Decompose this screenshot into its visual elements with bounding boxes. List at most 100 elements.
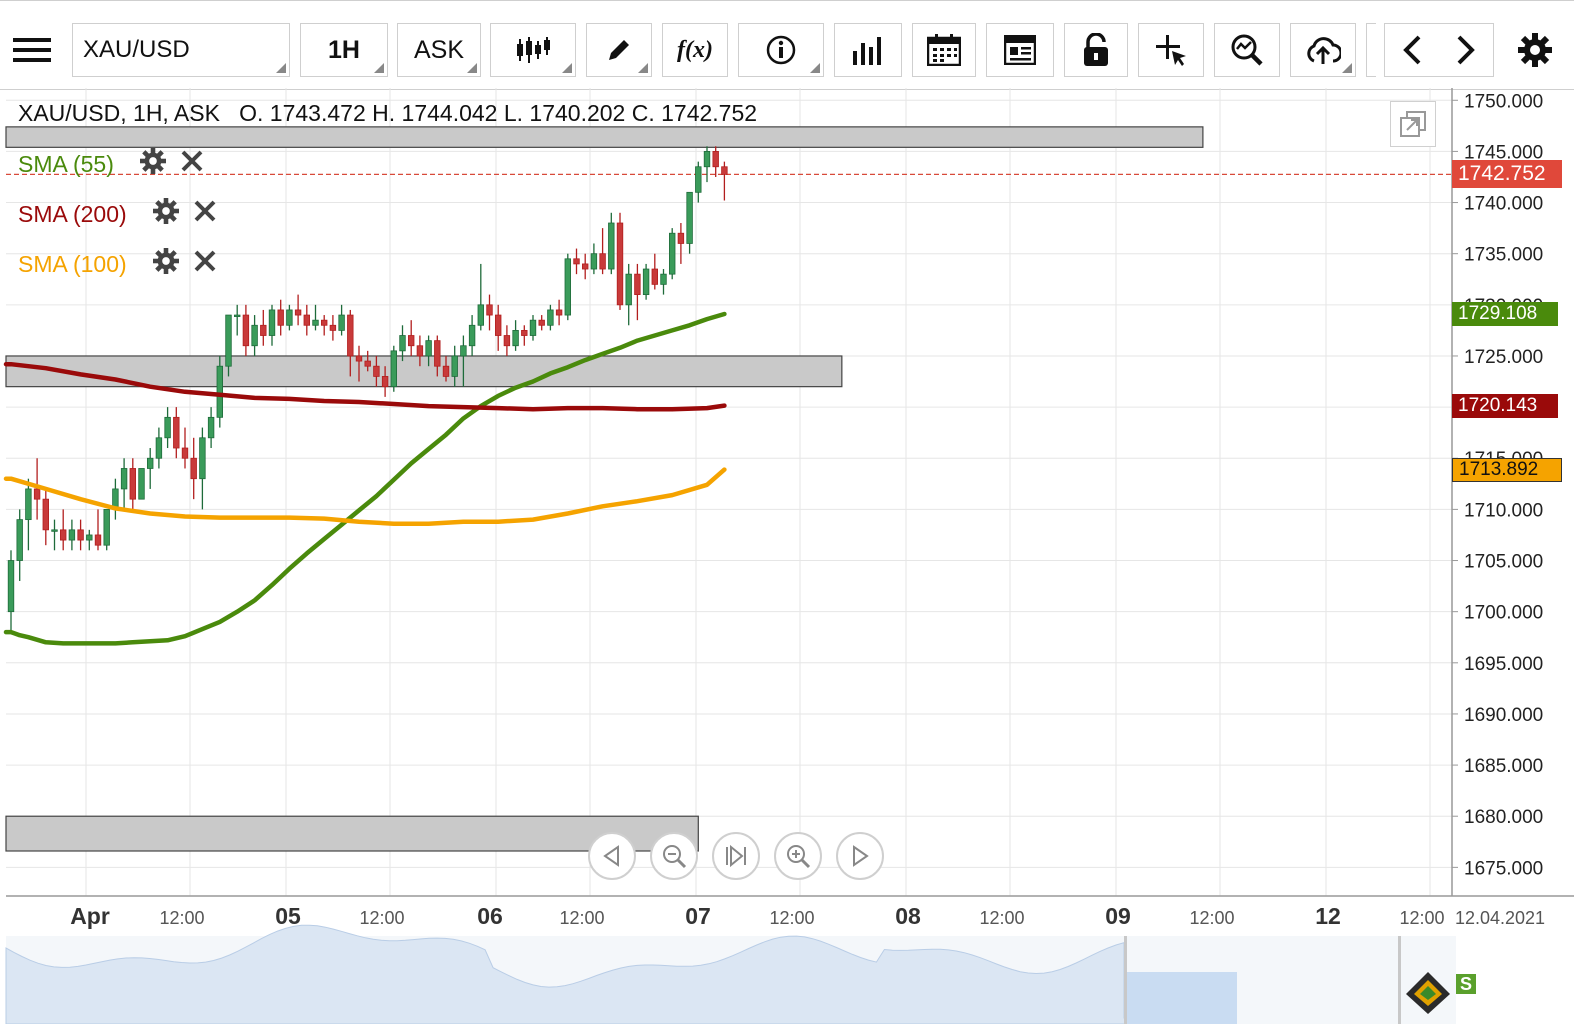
candle [608, 212, 615, 275]
candle [547, 304, 554, 331]
candle-body [33, 488, 41, 500]
candle [390, 345, 397, 392]
cloud-upload-button[interactable] [1290, 23, 1356, 77]
navigator-handle[interactable] [1398, 936, 1401, 1024]
corner-arrow-icon [1342, 63, 1352, 73]
info-icon [766, 35, 796, 65]
gear-icon [1518, 33, 1552, 67]
zoom-analysis-button[interactable] [1214, 23, 1280, 77]
candle [625, 263, 632, 326]
candle-body [425, 340, 432, 357]
brand-logo: S [1404, 970, 1476, 1024]
candle-body [468, 324, 476, 347]
indicators-button[interactable]: f(x) [662, 23, 728, 77]
candle-body [364, 360, 371, 367]
lock-button[interactable] [1064, 23, 1128, 77]
candle [155, 427, 163, 469]
time-axis: Apr 12:00 05 12:00 06 12:00 07 12:00 08 12:00 09 12… [70, 903, 1545, 929]
candle [216, 355, 223, 428]
close-icon[interactable] [193, 249, 217, 279]
price-tick-label: 1750.000 [1464, 91, 1543, 112]
close-icon[interactable] [193, 199, 217, 229]
reset-view-button[interactable] [712, 832, 760, 880]
info-button[interactable] [738, 23, 824, 77]
candle-body [669, 232, 676, 275]
candle-body [712, 151, 719, 168]
price-chart[interactable]: 1750.0001745.0001740.0001735.0001730.000… [0, 88, 1574, 1024]
candle [286, 304, 293, 331]
candle-body [242, 314, 250, 347]
time-tick-label: 12:00 [559, 908, 604, 928]
price-tick-label: 1725.000 [1464, 347, 1543, 368]
corner-arrow-icon [276, 63, 286, 73]
candle [120, 458, 128, 510]
zoom-out-button[interactable] [650, 832, 698, 880]
time-tick-label: 12.04.2021 [1455, 908, 1545, 928]
candle [512, 320, 519, 351]
function-icon: f(x) [677, 36, 713, 63]
candle [103, 508, 110, 551]
timeframe-button[interactable]: 1H [300, 23, 388, 77]
scroll-left-button[interactable] [588, 832, 636, 880]
time-tick-label: 12:00 [1189, 908, 1234, 928]
crosshair-button[interactable] [1138, 23, 1204, 77]
candle [677, 223, 685, 264]
gear-icon[interactable] [152, 198, 179, 230]
draw-button[interactable] [586, 23, 652, 77]
candle-body [164, 416, 171, 439]
candle [60, 509, 67, 551]
chevron-left-icon[interactable] [1400, 34, 1424, 66]
menu-button[interactable] [0, 23, 64, 77]
settings-button[interactable] [1504, 23, 1566, 77]
candle [233, 304, 241, 336]
candle [199, 427, 206, 510]
price-type-button[interactable]: ASK [397, 23, 481, 77]
candle [660, 269, 667, 295]
candle [486, 294, 493, 331]
candle [616, 212, 624, 310]
close-icon[interactable] [180, 149, 204, 179]
candle [651, 253, 658, 290]
gear-icon[interactable] [139, 148, 166, 180]
price-tick-label: 1735.000 [1464, 245, 1543, 266]
candle-body [695, 166, 702, 193]
time-tick-label: 05 [275, 903, 301, 929]
zoom-in-button[interactable] [774, 832, 822, 880]
candle-body [320, 319, 328, 326]
time-tick-label: 06 [477, 903, 503, 929]
ohlc-values: O. 1743.472 H. 1744.042 L. 1740.202 C. 1… [239, 100, 758, 126]
price-tick-label: 1680.000 [1464, 807, 1543, 828]
news-button[interactable] [986, 23, 1054, 77]
candle-body [103, 508, 110, 546]
candle [555, 299, 563, 326]
volume-button[interactable] [834, 23, 902, 77]
calendar-button[interactable] [912, 23, 976, 77]
scroll-right-button[interactable] [836, 832, 884, 880]
toolbar-separator [1366, 23, 1376, 77]
cloud-upload-icon [1307, 37, 1341, 64]
price-type-label: ASK [413, 35, 465, 64]
candle [329, 315, 337, 341]
symbol-input[interactable]: XAU/USD [72, 23, 290, 77]
maximize-button[interactable] [1390, 101, 1436, 147]
candle-body [616, 222, 624, 306]
chart-type-button[interactable] [490, 23, 576, 77]
candle [242, 304, 250, 356]
chevron-right-icon[interactable] [1454, 34, 1478, 66]
newspaper-icon [1004, 35, 1036, 65]
gear-icon[interactable] [152, 248, 179, 280]
navigator-handle[interactable] [1124, 936, 1127, 1024]
candle-body [634, 273, 641, 296]
search-chart-icon [1231, 34, 1263, 66]
pencil-icon [609, 40, 629, 60]
candle [503, 325, 511, 356]
price-tick-label: 1740.000 [1464, 194, 1543, 215]
candle [468, 315, 476, 356]
price-tick-label: 1685.000 [1464, 756, 1543, 777]
price-tick-label: 1690.000 [1464, 705, 1543, 726]
navigator-strip[interactable] [5, 924, 1456, 1024]
candle-body [68, 529, 76, 541]
indicator-label: SMA (200) [18, 200, 127, 227]
candle-body [381, 376, 389, 388]
candle [260, 309, 267, 346]
